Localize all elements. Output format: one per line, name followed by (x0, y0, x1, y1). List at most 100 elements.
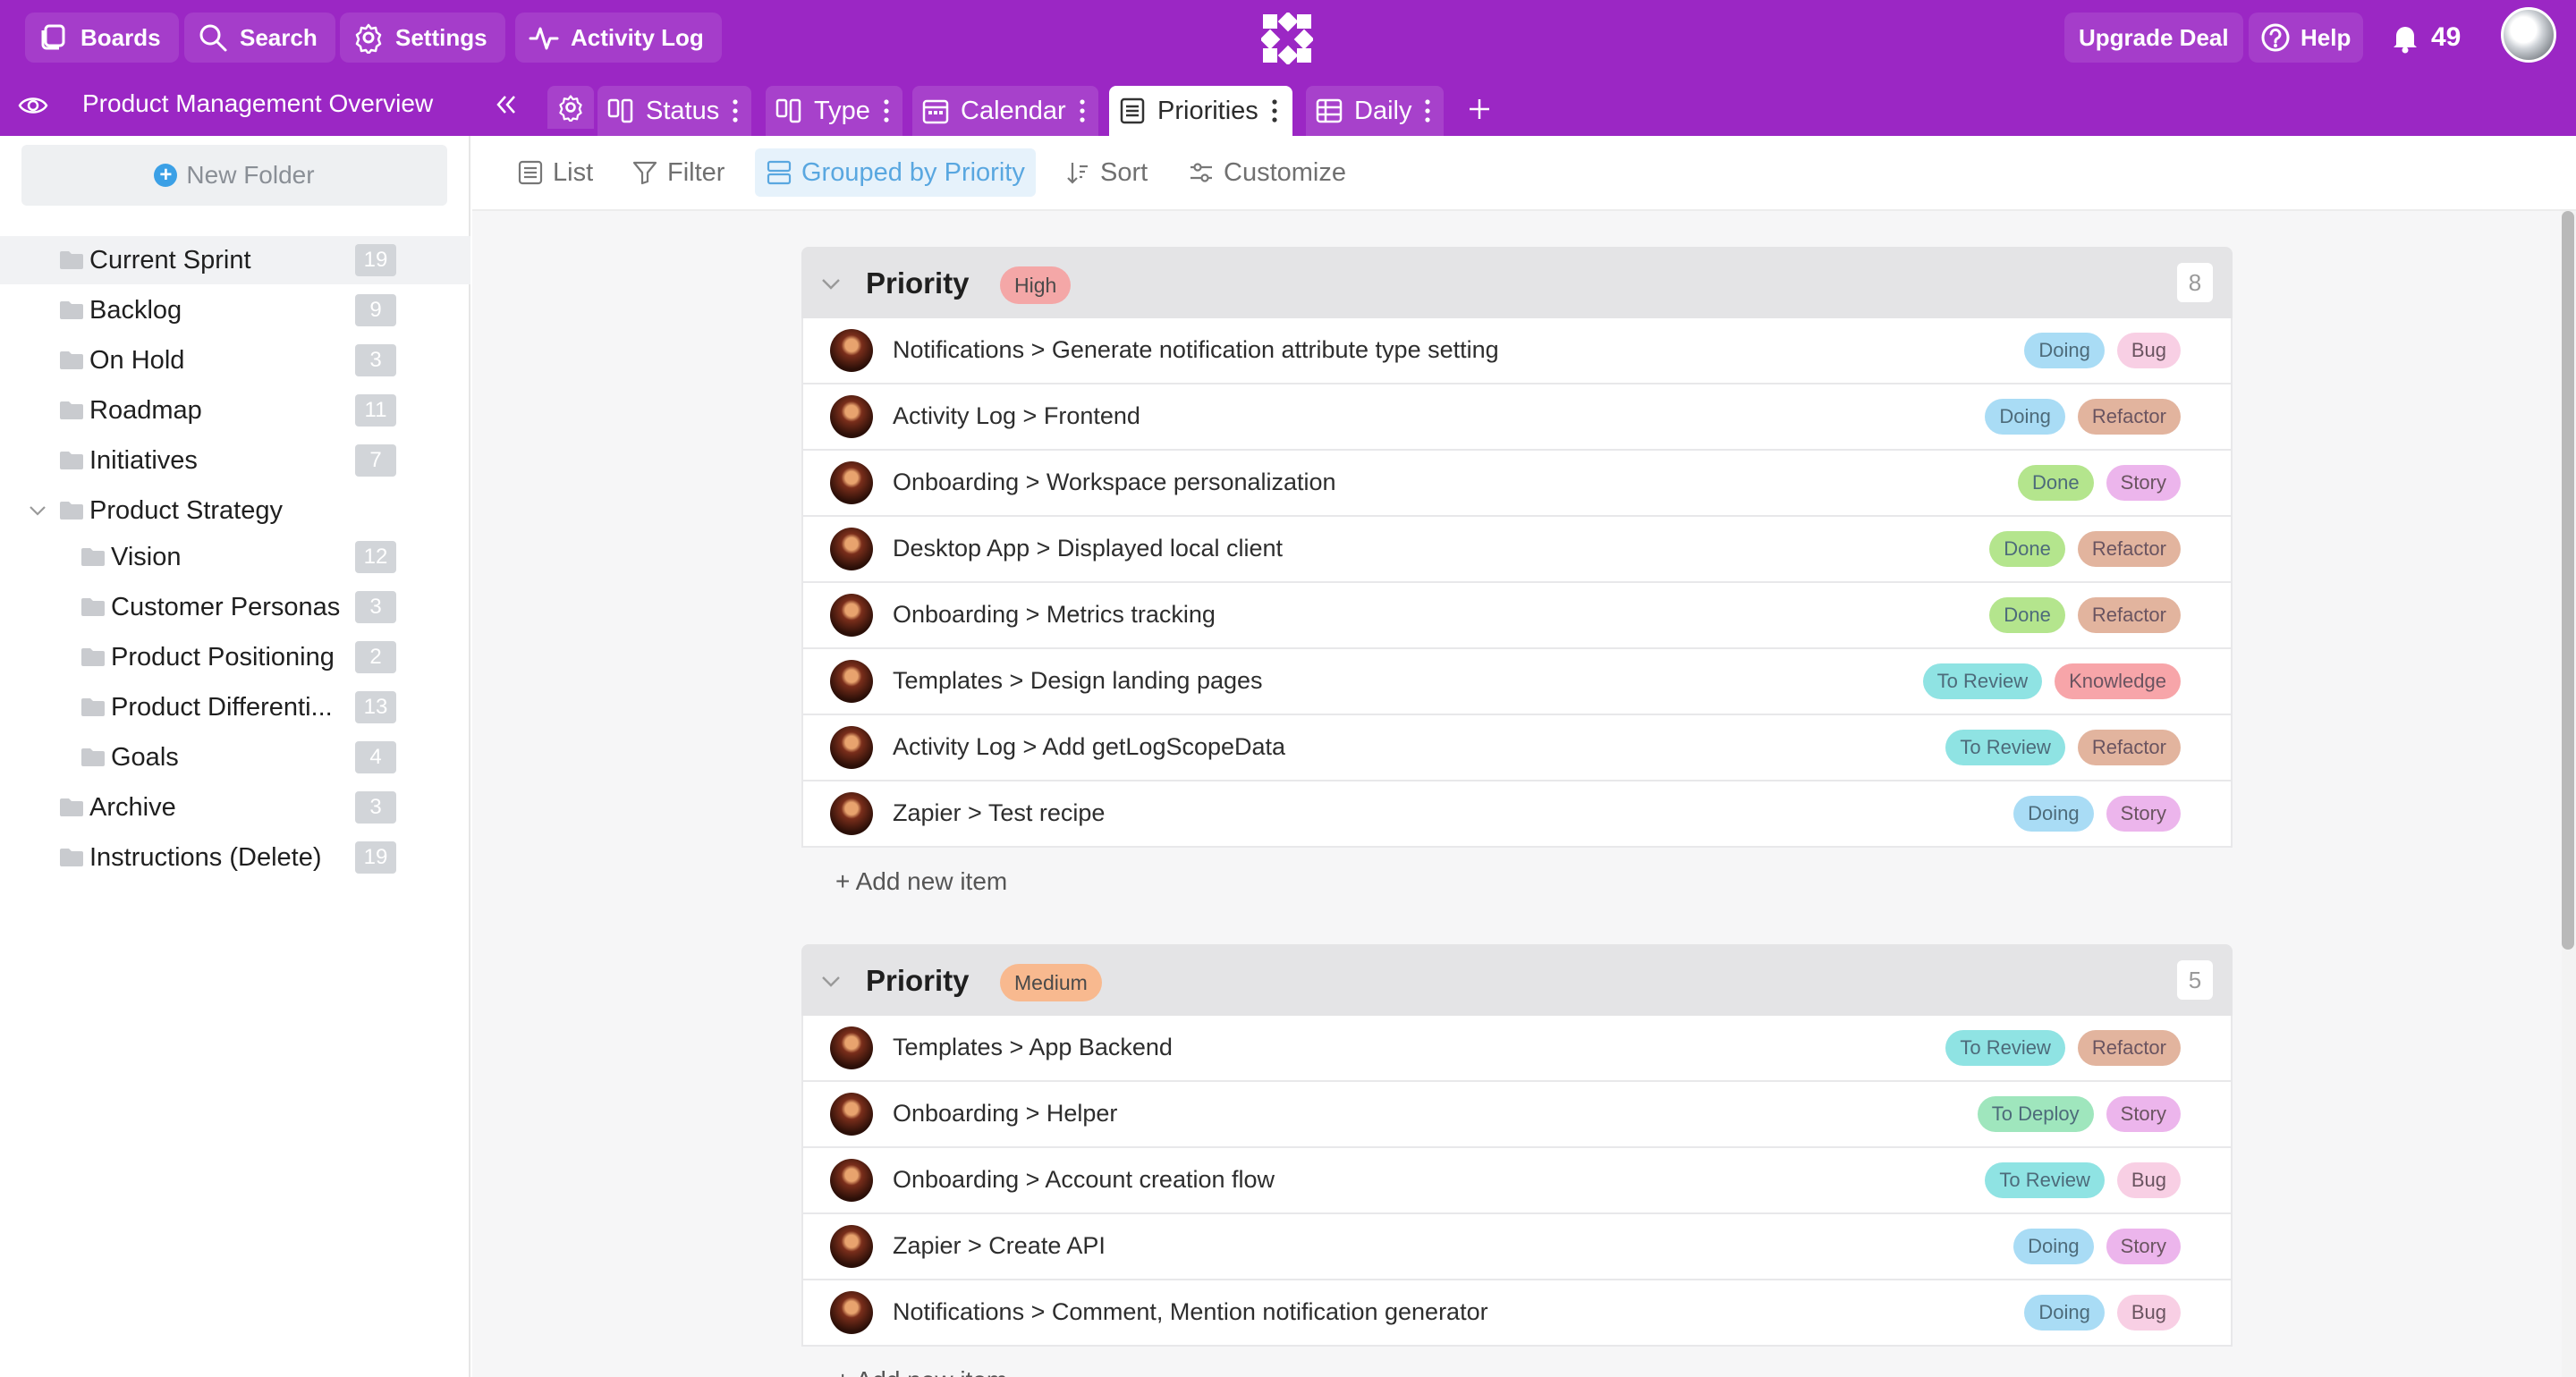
upgrade-deal-button[interactable]: Upgrade Deal (2064, 13, 2243, 63)
more-vertical-icon[interactable] (1077, 97, 1088, 124)
status-tag[interactable]: Doing (2024, 1295, 2105, 1331)
sidebar-folder[interactable]: Product Differenti... 13 (0, 683, 470, 731)
scrollbar-thumb[interactable] (2562, 211, 2574, 950)
assignee-avatar[interactable] (830, 329, 873, 372)
item-row[interactable]: Zapier > Test recipe Doing Story (801, 781, 2233, 848)
assignee-avatar[interactable] (830, 461, 873, 504)
type-tag[interactable]: Story (2106, 465, 2181, 501)
assignee-avatar[interactable] (830, 1026, 873, 1069)
sidebar-folder[interactable]: Vision 12 (0, 533, 470, 581)
filter-button[interactable]: Filter (621, 148, 735, 197)
type-tag[interactable]: Bug (2116, 333, 2181, 368)
sidebar-folder[interactable]: Current Sprint 19 (0, 236, 470, 284)
more-vertical-icon[interactable] (730, 97, 741, 124)
type-tag[interactable]: Story (2106, 1229, 2181, 1264)
eye-icon[interactable] (18, 93, 48, 118)
status-tag[interactable]: To Review (1945, 730, 2065, 765)
status-tag[interactable]: Doing (1985, 399, 2065, 435)
sidebar-folder[interactable]: Initiatives 7 (0, 436, 470, 485)
type-tag[interactable]: Refactor (2077, 597, 2181, 633)
add-new-item-button[interactable]: + Add new item (835, 1366, 1007, 1377)
chevron-down-icon[interactable] (27, 500, 48, 521)
sidebar-folder[interactable]: Instructions (Delete) 19 (0, 833, 470, 882)
sidebar-folder[interactable]: Goals 4 (0, 733, 470, 781)
sidebar-folder[interactable]: Customer Personas 3 (0, 583, 470, 631)
add-new-item-button[interactable]: + Add new item (835, 867, 1007, 896)
type-tag[interactable]: Bug (2116, 1162, 2181, 1198)
item-title[interactable]: Activity Log > Frontend (893, 402, 1140, 430)
type-tag[interactable]: Knowledge (2055, 663, 2181, 699)
tab-daily[interactable]: Daily (1306, 86, 1445, 136)
type-tag[interactable]: Refactor (2077, 531, 2181, 567)
notifications-button[interactable]: 49 (2388, 13, 2461, 63)
item-row[interactable]: Activity Log > Frontend Doing Refactor (801, 384, 2233, 451)
item-row[interactable]: Onboarding > Helper To Deploy Story (801, 1082, 2233, 1148)
assignee-avatar[interactable] (830, 1093, 873, 1136)
user-avatar[interactable] (2501, 7, 2556, 63)
status-tag[interactable]: To Review (1922, 663, 2043, 699)
sidebar-folder[interactable]: Product Positioning 2 (0, 633, 470, 681)
item-row[interactable]: Onboarding > Account creation flow To Rev… (801, 1148, 2233, 1214)
tab-calendar[interactable]: Calendar (912, 86, 1098, 136)
tab-status[interactable]: Status (597, 86, 752, 136)
type-tag[interactable]: Refactor (2077, 399, 2181, 435)
customize-button[interactable]: Customize (1177, 148, 1357, 197)
view-settings-button[interactable] (547, 86, 594, 129)
item-title[interactable]: Desktop App > Displayed local client (893, 535, 1283, 562)
item-row[interactable]: Activity Log > Add getLogScopeData To Rev… (801, 715, 2233, 781)
assignee-avatar[interactable] (830, 395, 873, 438)
type-tag[interactable]: Story (2106, 796, 2181, 832)
item-title[interactable]: Onboarding > Metrics tracking (893, 601, 1216, 629)
assignee-avatar[interactable] (830, 726, 873, 769)
new-folder-button[interactable]: + New Folder (21, 145, 447, 206)
list-view-button[interactable]: List (506, 148, 604, 197)
status-tag[interactable]: Done (2018, 465, 2094, 501)
assignee-avatar[interactable] (830, 660, 873, 703)
item-row[interactable]: Notifications > Comment, Mention notific… (801, 1280, 2233, 1347)
sort-button[interactable]: Sort (1054, 148, 1158, 197)
assignee-avatar[interactable] (830, 1225, 873, 1268)
item-row[interactable]: Templates > Design landing pages To Revie… (801, 649, 2233, 715)
item-row[interactable]: Onboarding > Metrics tracking Done Refacto… (801, 583, 2233, 649)
item-row[interactable]: Notifications > Generate notification at… (801, 318, 2233, 384)
item-title[interactable]: Notifications > Comment, Mention notific… (893, 1298, 1488, 1326)
sidebar-folder[interactable]: Archive 3 (0, 783, 470, 832)
status-tag[interactable]: To Review (1945, 1030, 2065, 1066)
settings-button[interactable]: Settings (340, 13, 505, 63)
item-title[interactable]: Notifications > Generate notification at… (893, 336, 1499, 364)
type-tag[interactable]: Refactor (2077, 1030, 2181, 1066)
item-row[interactable]: Desktop App > Displayed local client Done… (801, 517, 2233, 583)
item-title[interactable]: Onboarding > Account creation flow (893, 1166, 1275, 1194)
item-row[interactable]: Zapier > Create API Doing Story (801, 1214, 2233, 1280)
item-title[interactable]: Zapier > Create API (893, 1232, 1106, 1260)
add-view-button[interactable] (1463, 88, 1496, 131)
item-row[interactable]: Templates > App Backend To Review Refactor (801, 1016, 2233, 1082)
status-tag[interactable]: Doing (2013, 1229, 2094, 1264)
type-tag[interactable]: Story (2106, 1096, 2181, 1132)
search-button[interactable]: Search (184, 13, 335, 63)
group-by-button[interactable]: Grouped by Priority (755, 148, 1036, 197)
chevron-down-icon[interactable] (819, 272, 843, 295)
item-title[interactable]: Templates > Design landing pages (893, 667, 1263, 695)
status-tag[interactable]: To Review (1985, 1162, 2105, 1198)
type-tag[interactable]: Bug (2116, 1295, 2181, 1331)
item-title[interactable]: Onboarding > Workspace personalization (893, 469, 1336, 496)
status-tag[interactable]: Done (1989, 531, 2065, 567)
more-vertical-icon[interactable] (881, 97, 892, 124)
assignee-avatar[interactable] (830, 594, 873, 637)
type-tag[interactable]: Refactor (2077, 730, 2181, 765)
item-title[interactable]: Activity Log > Add getLogScopeData (893, 733, 1285, 761)
item-row[interactable]: Onboarding > Workspace personalization Do… (801, 451, 2233, 517)
status-tag[interactable]: Doing (2024, 333, 2105, 368)
sidebar-folder[interactable]: Roadmap 11 (0, 386, 470, 435)
collapse-sidebar-icon[interactable] (490, 89, 521, 120)
boards-button[interactable]: Boards (25, 13, 179, 63)
more-vertical-icon[interactable] (1269, 97, 1280, 124)
assignee-avatar[interactable] (830, 1159, 873, 1202)
item-title[interactable]: Zapier > Test recipe (893, 799, 1105, 827)
chevron-down-icon[interactable] (819, 969, 843, 993)
activity-log-button[interactable]: Activity Log (515, 13, 722, 63)
assignee-avatar[interactable] (830, 1291, 873, 1334)
assignee-avatar[interactable] (830, 792, 873, 835)
item-title[interactable]: Onboarding > Helper (893, 1100, 1117, 1128)
